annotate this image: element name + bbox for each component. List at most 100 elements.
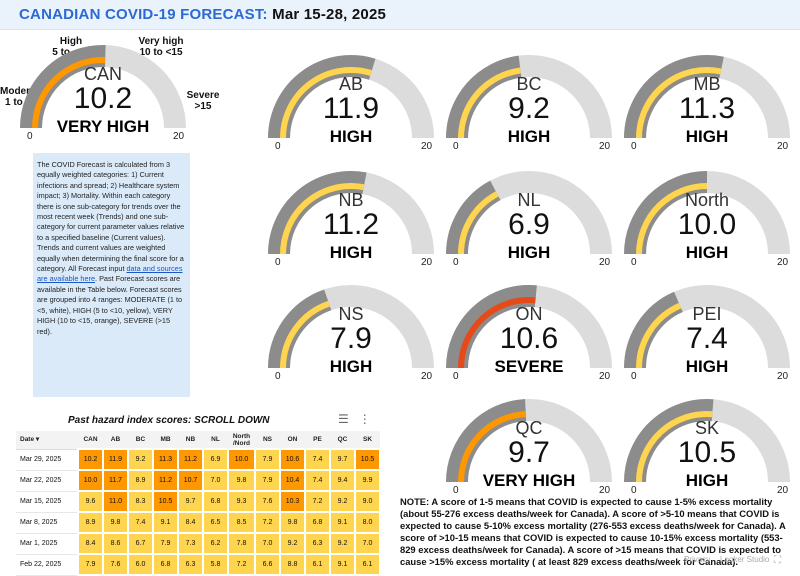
forecast-info-box: The COVID Forecast is calculated from 3 …	[33, 153, 190, 397]
score-cell: 9.7	[177, 490, 204, 513]
score-cell: 10.7	[177, 469, 204, 492]
score-cell: 9.1	[152, 511, 179, 534]
gauge-level-pei: HIGH	[685, 357, 729, 376]
column-header[interactable]: NS	[255, 431, 280, 450]
gauge-max-sk: 20	[777, 485, 789, 496]
score-cell: 11.3	[152, 448, 179, 471]
gauge-value-nl: 6.9	[508, 208, 550, 241]
gauge-level-north: HIGH	[685, 243, 729, 262]
column-header[interactable]: NL	[203, 431, 228, 450]
score-cell: 7.0	[254, 532, 281, 555]
more-options-icon[interactable]: ⋮	[359, 412, 371, 426]
can-label-severe-text: Severe >15	[186, 90, 220, 112]
gauge-max-can: 20	[173, 131, 185, 142]
score-cell: 10.2	[77, 448, 104, 471]
score-cell: 10.0	[77, 469, 104, 492]
score-cell: 10.6	[279, 448, 306, 471]
score-cell: 9.0	[354, 490, 381, 513]
score-cell: 8.0	[354, 511, 381, 534]
score-cell: 6.7	[127, 532, 154, 555]
info-text-continued: . Past Forecast scores are available in …	[37, 274, 183, 336]
score-cell: 7.6	[254, 490, 281, 513]
score-cell: 7.9	[254, 448, 281, 471]
table-row: Mar 1, 2025 8.4 8.6 6.7 7.9 7.3 6.2 7.8 7.0 9.2 6.…	[16, 532, 381, 555]
info-text: The COVID Forecast is calculated from 3 …	[37, 160, 185, 274]
gauge-level-on: SEVERE	[494, 357, 564, 376]
score-cell: 7.3	[177, 532, 204, 555]
gauge-mb: MB 11.3 HIGH 0 20	[622, 46, 792, 156]
column-header[interactable]: CAN	[78, 431, 103, 450]
table-header-row: Date ▾ CAN AB BC MB NB NL North/Nord NS ON PE QC SK	[16, 431, 380, 450]
gauge-min-north: 0	[631, 257, 637, 268]
score-cell: 8.6	[102, 532, 129, 555]
gauge-nb: NB 11.2 HIGH 0 20	[266, 162, 436, 272]
table-title: Past hazard index scores: SCROLL DOWN	[68, 415, 270, 426]
score-cell: 9.3	[227, 490, 256, 513]
gauge-level-ab: HIGH	[329, 127, 373, 146]
score-cell: 11.0	[102, 490, 129, 513]
gauge-min-ns: 0	[275, 371, 281, 382]
column-header[interactable]: ON	[280, 431, 305, 450]
score-cell: 6.9	[202, 448, 229, 471]
title-prefix: CANADIAN COVID-19 FORECAST:	[19, 6, 268, 23]
sort-desc-icon: ▾	[35, 436, 40, 444]
score-cell: 9.8	[102, 511, 129, 534]
gauge-max-bc: 20	[599, 141, 611, 152]
past-scores-table: Date ▾ CAN AB BC MB NB NL North/Nord NS ON PE QC SK…	[16, 431, 381, 576]
column-header[interactable]: SK	[355, 431, 380, 450]
score-cell: 9.8	[279, 511, 306, 534]
column-header[interactable]: MB	[153, 431, 178, 450]
score-cell: 6.8	[304, 511, 331, 534]
gauge-value-nb: 11.2	[322, 208, 380, 241]
gauge-max-on: 20	[599, 371, 611, 382]
score-cell: 8.5	[227, 511, 256, 534]
score-cell: 6.3	[304, 532, 331, 555]
row-date: Mar 8, 2025	[16, 512, 78, 534]
gauge-value-north: 10.0	[677, 208, 737, 241]
gauge-max-nb: 20	[421, 257, 433, 268]
column-header[interactable]: PE	[305, 431, 330, 450]
gauge-min-on: 0	[453, 371, 459, 382]
score-cell: 7.9	[152, 532, 179, 555]
score-cell: 7.4	[127, 511, 154, 534]
gauge-level-can: VERY HIGH	[56, 117, 150, 136]
score-cell: 9.4	[329, 469, 356, 492]
gauge-max-north: 20	[777, 257, 789, 268]
column-header[interactable]: North/Nord	[228, 431, 255, 450]
score-cell: 9.8	[227, 469, 256, 492]
gauge-min-bc: 0	[453, 141, 459, 152]
gauge-min-pei: 0	[631, 371, 637, 382]
date-header-label: Date	[20, 436, 35, 444]
gauge-on: ON 10.6 SEVERE 0 20	[444, 276, 614, 386]
table-row: Mar 15, 2025 9.6 11.0 8.3 10.5 9.7 6.8 9.3 7.6 10…	[16, 490, 381, 513]
gauge-min-nb: 0	[275, 257, 281, 268]
gauge-north: North 10.0 HIGH 0 20	[622, 162, 792, 272]
row-date: Mar 15, 2025	[16, 491, 78, 513]
gauge-value-sk: 10.5	[677, 436, 737, 469]
gauge-max-qc: 20	[599, 485, 611, 496]
column-header[interactable]: NB	[178, 431, 203, 450]
column-header[interactable]: BC	[128, 431, 153, 450]
filter-icon[interactable]: ☰	[338, 412, 349, 426]
gauge-level-sk: HIGH	[685, 471, 729, 490]
gauge-value-can: 10.2	[73, 82, 133, 115]
gauge-level-bc: HIGH	[507, 127, 551, 146]
score-cell: 11.9	[102, 448, 129, 471]
date-column-header[interactable]: Date ▾	[16, 431, 78, 450]
column-header[interactable]: AB	[103, 431, 128, 450]
privacy-link[interactable]: Privacy	[684, 555, 710, 564]
column-header[interactable]: QC	[330, 431, 355, 450]
gauge-min-qc: 0	[453, 485, 459, 496]
looker-studio-brand[interactable]: Looker Studio	[720, 555, 769, 564]
gauge-min-sk: 0	[631, 485, 637, 496]
table-toolbar: ☰ ⋮	[338, 412, 371, 426]
fullscreen-icon[interactable]: ⛶	[774, 555, 781, 566]
page-title: CANADIAN COVID-19 FORECAST: Mar 15-28, 2…	[19, 6, 386, 23]
score-cell: 9.2	[329, 532, 356, 555]
can-label-severe: Severe >15	[186, 90, 220, 112]
score-cell: 7.2	[254, 511, 281, 534]
score-cell: 9.6	[77, 490, 104, 513]
score-cell: 7.0	[354, 532, 381, 555]
gauge-bc: BC 9.2 HIGH 0 20	[444, 46, 614, 156]
score-cell: 10.0	[227, 448, 256, 471]
